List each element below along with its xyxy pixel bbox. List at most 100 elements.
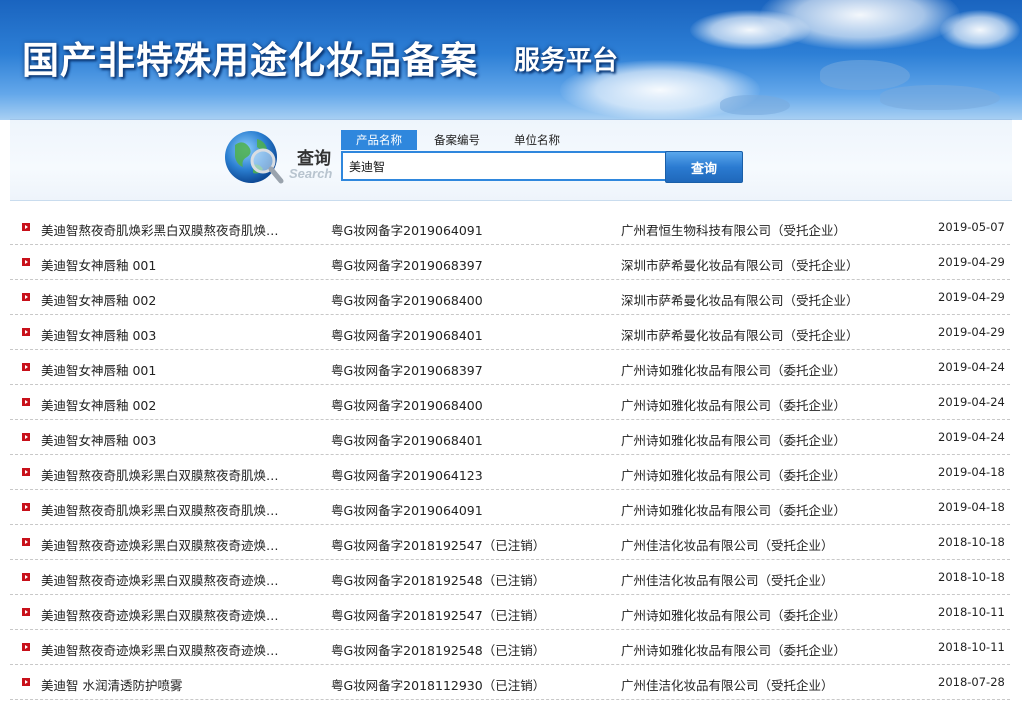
filing-date: 2018-10-11 xyxy=(938,640,1005,654)
header-banner: 国产非特殊用途化妆品备案 服务平台 xyxy=(0,0,1022,120)
product-name-link[interactable]: 美迪智女神唇釉 002 xyxy=(41,395,311,414)
filing-number: 粤G妆网备字2019068401 xyxy=(331,433,483,448)
results-list: 美迪智熬夜奇肌焕彩黑白双膜熬夜奇肌焕… 粤G妆网备字2019064091 广州君恒生… xyxy=(10,210,1010,700)
product-name-link[interactable]: 美迪智熬夜奇肌焕彩黑白双膜熬夜奇肌焕… xyxy=(41,220,311,239)
filing-date: 2019-04-24 xyxy=(938,430,1005,444)
search-label-english: Search xyxy=(289,166,333,181)
site-subtitle: 服务平台 xyxy=(514,46,619,76)
search-panel: 查询 Search 产品名称 备案编号 单位名称 查询 xyxy=(10,119,1012,201)
result-row[interactable]: 美迪智女神唇釉 001 粤G妆网备字2019068397 广州诗如雅化妆品有限公司（… xyxy=(10,350,1010,385)
filing-number: 粤G妆网备字2019068397 xyxy=(331,363,483,378)
filing-number: 粤G妆网备字2018192547（已注销） xyxy=(331,608,546,623)
red-square-arrow-icon xyxy=(22,398,30,406)
result-row[interactable]: 美迪智女神唇釉 003 粤G妆网备字2019068401 广州诗如雅化妆品有限公司（… xyxy=(10,420,1010,455)
company-name: 广州诗如雅化妆品有限公司（委托企业） xyxy=(621,433,847,448)
product-name-link[interactable]: 美迪智熬夜奇迹焕彩黑白双膜熬夜奇迹焕… xyxy=(41,535,311,554)
filing-number: 粤G妆网备字2018192547（已注销） xyxy=(331,538,546,553)
filing-date: 2019-04-29 xyxy=(938,290,1005,304)
filing-date: 2019-05-07 xyxy=(938,220,1005,234)
map-land-decoration xyxy=(720,95,790,115)
company-name: 深圳市萨希曼化妆品有限公司（受托企业） xyxy=(621,258,859,273)
search-button[interactable]: 查询 xyxy=(665,151,743,183)
result-row[interactable]: 美迪智女神唇釉 002 粤G妆网备字2019068400 广州诗如雅化妆品有限公司（… xyxy=(10,385,1010,420)
filing-number: 粤G妆网备字2018192548（已注销） xyxy=(331,643,546,658)
cloud-decoration xyxy=(690,10,810,50)
red-square-arrow-icon xyxy=(22,433,30,441)
red-square-arrow-icon xyxy=(22,608,30,616)
company-name: 广州佳洁化妆品有限公司（受托企业） xyxy=(621,678,834,693)
company-name: 广州诗如雅化妆品有限公司（委托企业） xyxy=(621,468,847,483)
filing-date: 2018-07-28 xyxy=(938,675,1005,689)
company-name: 广州君恒生物科技有限公司（受托企业） xyxy=(621,223,847,238)
search-input[interactable] xyxy=(341,151,667,181)
result-row[interactable]: 美迪智熬夜奇肌焕彩黑白双膜熬夜奇肌焕… 粤G妆网备字2019064091 广州诗如雅… xyxy=(10,490,1010,525)
tab-company-name[interactable]: 单位名称 xyxy=(501,130,573,150)
red-square-arrow-icon xyxy=(22,258,30,266)
result-row[interactable]: 美迪智熬夜奇迹焕彩黑白双膜熬夜奇迹焕… 粤G妆网备字2018192547（已注销）… xyxy=(10,525,1010,560)
filing-date: 2018-10-18 xyxy=(938,535,1005,549)
red-square-arrow-icon xyxy=(22,643,30,651)
result-row[interactable]: 美迪智 水润清透防护喷雾 粤G妆网备字2018112930（已注销） 广州佳洁化妆品… xyxy=(10,665,1010,700)
filing-number: 粤G妆网备字2019064091 xyxy=(331,223,483,238)
result-row[interactable]: 美迪智熬夜奇迹焕彩黑白双膜熬夜奇迹焕… 粤G妆网备字2018192547（已注销）… xyxy=(10,595,1010,630)
red-square-arrow-icon xyxy=(22,538,30,546)
result-row[interactable]: 美迪智熬夜奇迹焕彩黑白双膜熬夜奇迹焕… 粤G妆网备字2018192548（已注销）… xyxy=(10,560,1010,595)
red-square-arrow-icon xyxy=(22,503,30,511)
red-square-arrow-icon xyxy=(22,678,30,686)
company-name: 深圳市萨希曼化妆品有限公司（受托企业） xyxy=(621,293,859,308)
filing-date: 2019-04-29 xyxy=(938,255,1005,269)
filing-number: 粤G妆网备字2019068400 xyxy=(331,398,483,413)
company-name: 广州诗如雅化妆品有限公司（委托企业） xyxy=(621,503,847,518)
result-row[interactable]: 美迪智女神唇釉 002 粤G妆网备字2019068400 深圳市萨希曼化妆品有限公司… xyxy=(10,280,1010,315)
filing-number: 粤G妆网备字2019068400 xyxy=(331,293,483,308)
red-square-arrow-icon xyxy=(22,328,30,336)
product-name-link[interactable]: 美迪智熬夜奇肌焕彩黑白双膜熬夜奇肌焕… xyxy=(41,500,311,519)
result-row[interactable]: 美迪智女神唇釉 001 粤G妆网备字2019068397 深圳市萨希曼化妆品有限公司… xyxy=(10,245,1010,280)
tab-filing-number[interactable]: 备案编号 xyxy=(421,130,493,150)
result-row[interactable]: 美迪智女神唇釉 003 粤G妆网备字2019068401 深圳市萨希曼化妆品有限公司… xyxy=(10,315,1010,350)
red-square-arrow-icon xyxy=(22,293,30,301)
company-name: 广州诗如雅化妆品有限公司（委托企业） xyxy=(621,608,847,623)
result-row[interactable]: 美迪智熬夜奇迹焕彩黑白双膜熬夜奇迹焕… 粤G妆网备字2018192548（已注销）… xyxy=(10,630,1010,665)
result-row[interactable]: 美迪智熬夜奇肌焕彩黑白双膜熬夜奇肌焕… 粤G妆网备字2019064123 广州诗如雅… xyxy=(10,455,1010,490)
product-name-link[interactable]: 美迪智女神唇釉 003 xyxy=(41,325,311,344)
page: 国产非特殊用途化妆品备案 服务平台 查询 Search 产品名称 备案编号 单位… xyxy=(0,0,1022,711)
filing-number: 粤G妆网备字2019064091 xyxy=(331,503,483,518)
filing-date: 2019-04-24 xyxy=(938,360,1005,374)
filing-date: 2018-10-18 xyxy=(938,570,1005,584)
filing-date: 2019-04-29 xyxy=(938,325,1005,339)
product-name-link[interactable]: 美迪智女神唇釉 003 xyxy=(41,430,311,449)
red-square-arrow-icon xyxy=(22,573,30,581)
product-name-link[interactable]: 美迪智熬夜奇迹焕彩黑白双膜熬夜奇迹焕… xyxy=(41,640,311,659)
filing-number: 粤G妆网备字2019064123 xyxy=(331,468,483,483)
filing-number: 粤G妆网备字2019068397 xyxy=(331,258,483,273)
filing-number: 粤G妆网备字2018112930（已注销） xyxy=(331,678,546,693)
tab-product-name[interactable]: 产品名称 xyxy=(341,130,417,150)
red-square-arrow-icon xyxy=(22,223,30,231)
product-name-link[interactable]: 美迪智女神唇釉 001 xyxy=(41,360,311,379)
filing-date: 2019-04-24 xyxy=(938,395,1005,409)
filing-date: 2019-04-18 xyxy=(938,465,1005,479)
red-square-arrow-icon xyxy=(22,468,30,476)
map-land-decoration xyxy=(880,85,1000,110)
company-name: 广州诗如雅化妆品有限公司（委托企业） xyxy=(621,643,847,658)
product-name-link[interactable]: 美迪智女神唇釉 002 xyxy=(41,290,311,309)
product-name-link[interactable]: 美迪智女神唇釉 001 xyxy=(41,255,311,274)
filing-number: 粤G妆网备字2018192548（已注销） xyxy=(331,573,546,588)
cloud-decoration xyxy=(940,10,1020,50)
product-name-link[interactable]: 美迪智 水润清透防护喷雾 xyxy=(41,675,311,694)
company-name: 深圳市萨希曼化妆品有限公司（受托企业） xyxy=(621,328,859,343)
result-row[interactable]: 美迪智熬夜奇肌焕彩黑白双膜熬夜奇肌焕… 粤G妆网备字2019064091 广州君恒生… xyxy=(10,210,1010,245)
product-name-link[interactable]: 美迪智熬夜奇迹焕彩黑白双膜熬夜奇迹焕… xyxy=(41,570,311,589)
red-square-arrow-icon xyxy=(22,363,30,371)
filing-date: 2019-04-18 xyxy=(938,500,1005,514)
company-name: 广州诗如雅化妆品有限公司（委托企业） xyxy=(621,363,847,378)
globe-magnifier-icon xyxy=(225,131,284,184)
company-name: 广州佳洁化妆品有限公司（受托企业） xyxy=(621,538,834,553)
map-land-decoration xyxy=(820,60,910,90)
company-name: 广州诗如雅化妆品有限公司（委托企业） xyxy=(621,398,847,413)
site-title: 国产非特殊用途化妆品备案 xyxy=(22,38,478,82)
product-name-link[interactable]: 美迪智熬夜奇迹焕彩黑白双膜熬夜奇迹焕… xyxy=(41,605,311,624)
product-name-link[interactable]: 美迪智熬夜奇肌焕彩黑白双膜熬夜奇肌焕… xyxy=(41,465,311,484)
filing-date: 2018-10-11 xyxy=(938,605,1005,619)
